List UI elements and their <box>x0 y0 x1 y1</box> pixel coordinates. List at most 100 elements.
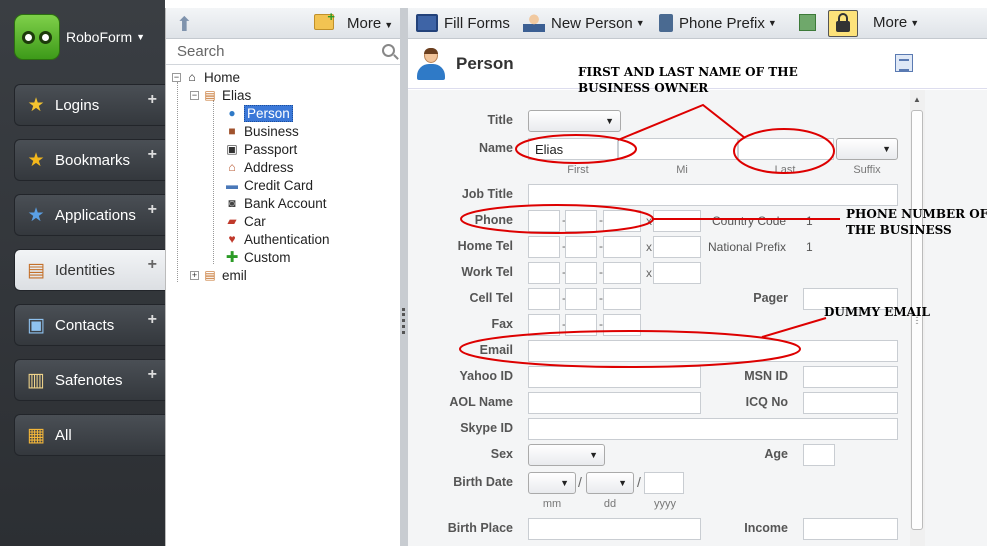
national-prefix-label: National Prefix <box>708 240 787 254</box>
sidebar-item-label: Safenotes <box>55 371 123 389</box>
date-separator: / <box>578 474 582 490</box>
lock-icon <box>836 13 850 32</box>
tree-node-home[interactable]: − ⌂ Home <box>172 68 240 86</box>
fax-area-input[interactable] <box>528 314 560 336</box>
sidebar-item-logins[interactable]: ★ Logins + <box>14 84 165 126</box>
sex-select[interactable] <box>528 444 605 466</box>
sidebar-item-label: Logins <box>55 96 100 114</box>
panel-splitter[interactable] <box>400 8 408 546</box>
add-application-icon[interactable]: + <box>148 201 157 219</box>
mm-sublabel: mm <box>542 498 562 510</box>
skype-id-input[interactable] <box>528 418 898 440</box>
fax-prefix-input[interactable] <box>565 314 597 336</box>
tree-node-bank-account[interactable]: ◙ Bank Account <box>224 194 326 212</box>
email-field[interactable] <box>528 340 898 362</box>
tree-node-credit-card[interactable]: ▬ Credit Card <box>224 176 313 194</box>
add-contact-icon[interactable]: + <box>148 311 157 329</box>
yahoo-id-input[interactable] <box>528 366 701 388</box>
cell-tel-area-input[interactable] <box>528 288 560 310</box>
identities-icon: ▤ <box>27 259 45 281</box>
sidebar: RoboForm ▼ ★ Logins + ★ Bookmarks + ★ Ap… <box>0 0 165 546</box>
new-folder-icon[interactable] <box>314 9 335 30</box>
tree-node-authentication[interactable]: ♥ Authentication <box>224 230 330 248</box>
add-login-icon[interactable]: + <box>148 91 157 109</box>
title-select[interactable] <box>528 110 621 132</box>
phone-area-input[interactable] <box>528 210 560 232</box>
work-tel-ext-input[interactable] <box>653 262 701 284</box>
tree-search <box>166 39 401 65</box>
suffix-sublabel: Suffix <box>853 164 881 176</box>
first-name-input[interactable] <box>528 138 618 160</box>
home-tel-area-input[interactable] <box>528 236 560 258</box>
sidebar-item-applications[interactable]: ★ Applications + <box>14 194 165 236</box>
roboform-menu[interactable]: RoboForm ▼ <box>14 14 145 60</box>
splitter-grip[interactable] <box>402 308 405 334</box>
yahoo-id-label: Yahoo ID <box>459 369 513 383</box>
mi-sublabel: Mi <box>676 164 688 176</box>
birth-month-select[interactable] <box>528 472 576 494</box>
home-icon: ⌂ <box>188 70 196 84</box>
middle-initial-input[interactable] <box>618 138 738 160</box>
income-input[interactable] <box>803 518 898 540</box>
phone-ext-input[interactable] <box>653 210 701 232</box>
up-arrow-icon[interactable]: ⬆ <box>176 12 193 37</box>
tree-node-elias[interactable]: − ▤ Elias <box>190 86 251 104</box>
home-tel-prefix-input[interactable] <box>565 236 597 258</box>
work-tel-number-input[interactable] <box>603 262 641 284</box>
sidebar-item-safenotes[interactable]: ▥ Safenotes + <box>14 359 165 401</box>
notes-icon[interactable] <box>895 54 913 72</box>
last-name-input[interactable] <box>738 138 834 160</box>
sidebar-item-identities[interactable]: ▤ Identities + <box>14 249 165 291</box>
lock-button[interactable] <box>828 10 858 37</box>
new-person-button[interactable]: New Person ▼ <box>523 14 645 32</box>
add-identity-icon[interactable]: + <box>148 256 157 274</box>
tree-label: Authentication <box>244 231 330 247</box>
fill-forms-button[interactable]: Fill Forms <box>416 14 510 32</box>
tree-node-emil[interactable]: + ▤ emil <box>190 266 247 284</box>
birth-place-input[interactable] <box>528 518 701 540</box>
msn-id-input[interactable] <box>803 366 898 388</box>
phone-prefix-button[interactable]: Phone Prefix ▼ <box>659 14 777 32</box>
tree-node-custom[interactable]: ✚ Custom <box>224 248 291 266</box>
search-icon[interactable] <box>382 44 395 57</box>
sidebar-item-all[interactable]: ▦ All <box>14 414 165 456</box>
job-title-label: Job Title <box>461 187 513 201</box>
sidebar-item-contacts[interactable]: ▣ Contacts + <box>14 304 165 346</box>
tree-node-person[interactable]: ● Person <box>224 104 293 122</box>
collapse-icon[interactable]: − <box>190 90 199 100</box>
age-input[interactable] <box>803 444 835 466</box>
work-tel-prefix-input[interactable] <box>565 262 597 284</box>
save-icon[interactable] <box>799 14 816 31</box>
more-button[interactable]: More ▼ <box>873 14 919 31</box>
search-input[interactable] <box>166 39 366 63</box>
job-title-input[interactable] <box>528 184 898 206</box>
cell-tel-number-input[interactable] <box>603 288 641 310</box>
country-code-value: 1 <box>806 214 813 228</box>
collapse-icon[interactable]: − <box>172 72 181 82</box>
tree-more-button[interactable]: More ▼ <box>347 15 393 32</box>
birth-year-input[interactable] <box>644 472 684 494</box>
home-tel-number-input[interactable] <box>603 236 641 258</box>
phone-number-input[interactable] <box>603 210 641 232</box>
scroll-thumb[interactable]: --- <box>911 110 923 530</box>
tree-node-address[interactable]: ⌂ Address <box>224 158 293 176</box>
icq-no-input[interactable] <box>803 392 898 414</box>
birth-day-select[interactable] <box>586 472 634 494</box>
add-safenote-icon[interactable]: + <box>148 366 157 384</box>
scroll-up-icon[interactable]: ▲ <box>913 95 921 104</box>
add-bookmark-icon[interactable]: + <box>148 146 157 164</box>
phone-prefix-input[interactable] <box>565 210 597 232</box>
aol-name-input[interactable] <box>528 392 701 414</box>
suffix-select[interactable] <box>836 138 898 160</box>
tree-node-car[interactable]: ▰ Car <box>224 212 265 230</box>
fax-label: Fax <box>491 317 513 331</box>
fax-number-input[interactable] <box>603 314 641 336</box>
cell-tel-prefix-input[interactable] <box>565 288 597 310</box>
tree-node-passport[interactable]: ▣ Passport <box>224 140 297 158</box>
sidebar-item-bookmarks[interactable]: ★ Bookmarks + <box>14 139 165 181</box>
tree-node-business[interactable]: ■ Business <box>224 122 298 140</box>
expand-icon[interactable]: + <box>190 270 199 280</box>
work-tel-area-input[interactable] <box>528 262 560 284</box>
roboform-logo <box>14 14 60 60</box>
home-tel-ext-input[interactable] <box>653 236 701 258</box>
